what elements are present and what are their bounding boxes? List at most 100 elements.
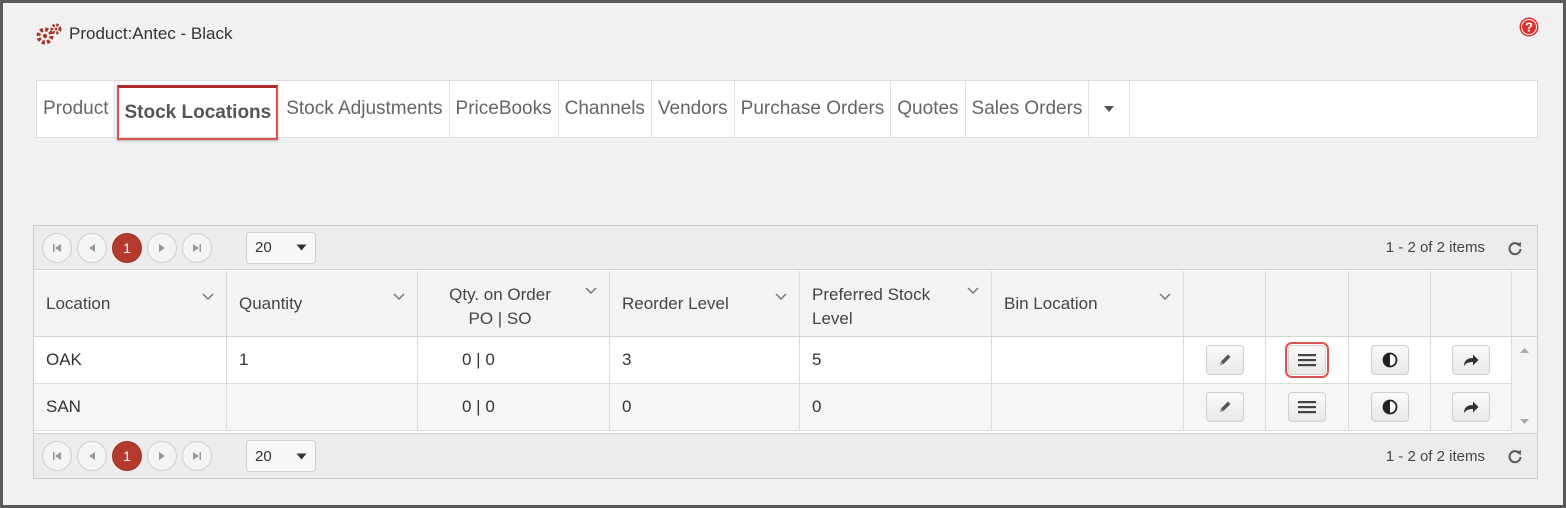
more-tabs-button[interactable] <box>1089 81 1131 137</box>
grid-header: Location Quantity Qty. on Order PO | SO … <box>34 271 1537 337</box>
page-title: Product:Antec - Black <box>69 24 233 43</box>
tab-pricebooks[interactable]: PriceBooks <box>450 81 559 137</box>
refresh-icon[interactable] <box>1507 448 1523 464</box>
column-label: Preferred Stock <box>812 285 931 304</box>
tab-vendors[interactable]: Vendors <box>652 81 735 137</box>
contrast-icon <box>1382 352 1397 368</box>
share-button[interactable] <box>1452 392 1490 422</box>
cell-location: SAN <box>34 384 227 430</box>
cell-preferred-stock-level: 5 <box>800 337 992 383</box>
cell-edit <box>1184 337 1266 383</box>
prev-page-icon <box>89 452 95 460</box>
column-header-location[interactable]: Location <box>34 271 227 336</box>
cell-toggle <box>1349 337 1431 383</box>
refresh-icon[interactable] <box>1507 240 1523 256</box>
pager-info: 1 - 2 of 2 items <box>1385 239 1485 256</box>
column-label: Reorder Level <box>622 293 729 313</box>
chevron-down-icon[interactable] <box>1159 293 1171 301</box>
first-page-icon <box>53 452 61 460</box>
cell-quantity: 1 <box>227 337 418 383</box>
chevron-down-icon[interactable] <box>967 287 979 295</box>
page-size-select[interactable]: 20 <box>246 231 316 264</box>
pager-info: 1 - 2 of 2 items <box>1385 447 1485 465</box>
column-header-details <box>1266 271 1349 336</box>
table-row: OAK 1 0 | 0 3 5 <box>34 337 1512 384</box>
current-page-button[interactable]: 1 <box>112 232 142 263</box>
pager-bottom: 1 20 1 - 2 of 2 items <box>34 433 1537 478</box>
next-page-icon <box>159 243 165 252</box>
prev-page-button[interactable] <box>77 441 107 471</box>
column-header-share <box>1431 271 1512 336</box>
toggle-button[interactable] <box>1370 392 1409 422</box>
pager-top: 1 20 1 - 2 of 2 items <box>34 226 1537 270</box>
last-page-button[interactable] <box>182 441 212 471</box>
current-page-button[interactable]: 1 <box>112 441 142 471</box>
chevron-down-icon <box>296 453 307 459</box>
cell-location: OAK <box>34 337 227 383</box>
help-icon[interactable]: ? <box>1519 17 1539 37</box>
chevron-down-icon[interactable] <box>202 293 214 301</box>
page-size-select[interactable]: 20 <box>246 440 316 472</box>
page-size-value: 20 <box>255 239 272 256</box>
edit-button[interactable] <box>1205 345 1244 375</box>
prev-page-button[interactable] <box>77 232 107 263</box>
next-page-button[interactable] <box>147 441 177 471</box>
cell-reorder-level: 0 <box>610 384 800 430</box>
column-header-qty-on-order[interactable]: Qty. on Order PO | SO <box>418 271 610 336</box>
column-header-toggle <box>1349 271 1431 336</box>
cell-details <box>1266 384 1349 430</box>
cell-qty-on-order: 0 | 0 <box>418 337 610 383</box>
next-page-button[interactable] <box>147 232 177 263</box>
last-page-icon <box>193 452 201 460</box>
last-page-icon <box>193 243 201 252</box>
vertical-scrollbar[interactable] <box>1512 337 1537 433</box>
toggle-button[interactable] <box>1370 345 1409 375</box>
tab-purchase-orders[interactable]: Purchase Orders <box>735 81 892 137</box>
edit-button[interactable] <box>1205 392 1244 422</box>
cell-reorder-level: 3 <box>610 337 800 383</box>
share-button[interactable] <box>1452 345 1490 375</box>
chevron-down-icon[interactable] <box>585 287 597 295</box>
last-page-button[interactable] <box>182 232 212 263</box>
tab-strip: Product Stock Locations Stock Adjustment… <box>36 80 1538 140</box>
first-page-button[interactable] <box>42 232 72 263</box>
cell-toggle <box>1349 384 1431 430</box>
cell-bin-location <box>992 384 1184 430</box>
table-row: SAN 0 | 0 0 0 <box>34 384 1512 431</box>
tab-sales-orders[interactable]: Sales Orders <box>966 81 1090 137</box>
menu-icon <box>1298 354 1316 367</box>
column-label-block: Qty. on Order PO | SO <box>430 283 570 331</box>
tab-quotes[interactable]: Quotes <box>891 81 966 137</box>
contrast-icon <box>1382 399 1397 415</box>
tab-channels[interactable]: Channels <box>559 81 652 137</box>
pencil-icon <box>1219 354 1230 365</box>
column-header-preferred-stock-level[interactable]: Preferred Stock Level <box>800 271 992 336</box>
cell-qty-on-order: 0 | 0 <box>418 384 610 430</box>
share-icon <box>1464 401 1479 413</box>
details-menu-button[interactable] <box>1288 392 1326 422</box>
cell-bin-location <box>992 337 1184 383</box>
tab-product[interactable]: Product <box>37 81 116 137</box>
column-label: Quantity <box>239 293 303 313</box>
column-header-edit <box>1184 271 1266 336</box>
stock-locations-grid: 1 20 1 - 2 of 2 items Location Quantity … <box>33 225 1538 479</box>
cell-edit <box>1184 384 1266 430</box>
column-label-block: Preferred Stock Level <box>812 283 930 331</box>
chevron-down-icon[interactable] <box>775 293 787 301</box>
tab-stock-adjustments[interactable]: Stock Adjustments <box>280 81 450 137</box>
share-icon <box>1464 354 1479 366</box>
column-label: Qty. on Order <box>449 285 551 304</box>
column-header-reorder-level[interactable]: Reorder Level <box>610 271 800 336</box>
details-menu-button[interactable] <box>1285 342 1329 378</box>
next-page-icon <box>159 452 165 460</box>
chevron-down-icon <box>296 244 307 251</box>
column-header-bin-location[interactable]: Bin Location <box>992 271 1184 336</box>
tab-stock-locations[interactable]: Stock Locations <box>117 85 279 140</box>
cell-share <box>1431 384 1512 430</box>
cell-share <box>1431 337 1512 383</box>
svg-text:?: ? <box>1525 20 1533 35</box>
first-page-button[interactable] <box>42 441 72 471</box>
column-sublabel: Level <box>812 309 853 328</box>
column-header-quantity[interactable]: Quantity <box>227 271 418 336</box>
chevron-down-icon[interactable] <box>393 293 405 301</box>
